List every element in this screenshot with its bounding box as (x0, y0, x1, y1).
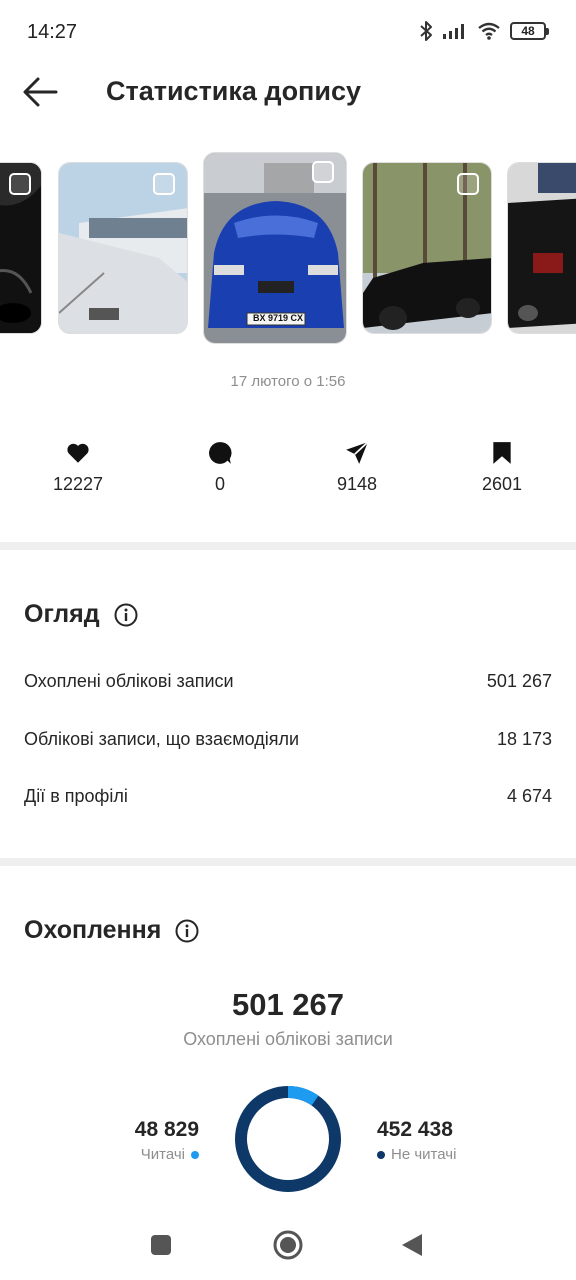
status-time: 14:27 (27, 21, 78, 43)
carousel-thumb-yacht[interactable] (58, 162, 188, 334)
back-nav-button[interactable] (401, 1233, 423, 1257)
followers-value: 48 829 (134, 1118, 199, 1141)
share-icon (346, 441, 369, 464)
overview-title: Огляд (24, 600, 100, 628)
metric-saves: 2601 (447, 440, 557, 495)
non-followers-dot (377, 1150, 385, 1159)
post-carousel[interactable]: BX 9719 CX (0, 150, 576, 350)
carousel-thumb-black-hearse[interactable] (362, 162, 492, 334)
suv-image (508, 163, 576, 333)
reach-section-title: Охоплення (24, 916, 199, 945)
non-followers-label-row: Не читачі (377, 1146, 456, 1163)
reach-title: Охоплення (24, 916, 162, 944)
home-button[interactable] (272, 1229, 304, 1261)
select-checkbox[interactable] (312, 161, 334, 183)
non-followers-value: 452 438 (377, 1118, 453, 1141)
followers-label: Читачі (140, 1146, 185, 1163)
status-bar: 14:27 48 (0, 0, 576, 64)
page-title: Статистика допису (106, 76, 361, 106)
row-label: Охоплені облікові записи (24, 671, 234, 691)
info-icon[interactable] (114, 603, 138, 627)
row-value: 4 674 (506, 786, 552, 806)
carousel-thumb-blue-bmw[interactable]: BX 9719 CX (203, 152, 347, 344)
license-plate: BX 9719 CX (252, 313, 304, 323)
arrow-left-icon (23, 77, 58, 107)
status-icons: 48 (419, 20, 549, 42)
carousel-thumb-black-suv[interactable] (507, 162, 576, 334)
reach-total: 501 267 (231, 987, 345, 1022)
overview-row[interactable]: Облікові записи, що взаємодіяли 18 173 (24, 729, 552, 750)
reach-subtitle: Охоплені облікові записи (183, 1029, 393, 1049)
carousel-thumb-black-car[interactable] (0, 162, 42, 334)
back-button[interactable] (20, 74, 60, 110)
likes-count: 12227 (52, 474, 104, 494)
shares-count: 9148 (336, 474, 378, 494)
row-value: 18 173 (496, 729, 552, 749)
section-divider (0, 858, 576, 866)
section-divider (0, 542, 576, 550)
signal-icon (443, 24, 464, 39)
metric-likes: 12227 (23, 440, 133, 495)
metric-comments: 0 (165, 440, 275, 495)
bluetooth-icon (420, 21, 432, 41)
legend-non-followers: 452 438 Не читачі (377, 1118, 456, 1163)
donut-non-followers-ring (235, 1086, 341, 1192)
recents-button[interactable] (150, 1234, 172, 1256)
overview-section-title: Огляд (24, 600, 138, 629)
overview-row[interactable]: Охоплені облікові записи 501 267 (24, 671, 552, 692)
row-label: Дії в профілі (24, 786, 128, 806)
legend-followers: 48 829 Читачі (135, 1118, 199, 1163)
info-icon[interactable] (175, 919, 199, 943)
post-metrics: 12227 0 9148 2601 (0, 440, 576, 500)
post-date: 17 лютого о 1:56 (230, 373, 346, 390)
overview-row[interactable]: Дії в профілі 4 674 (24, 786, 552, 807)
reach-donut-chart (235, 1086, 341, 1192)
select-checkbox[interactable] (153, 173, 175, 195)
battery-icon: 48 (510, 22, 549, 40)
row-label: Облікові записи, що взаємодіяли (24, 729, 300, 749)
header: Статистика допису (0, 64, 576, 120)
comment-icon (209, 442, 232, 464)
heart-icon (67, 443, 89, 463)
row-value: 501 267 (486, 671, 552, 691)
comments-count: 0 (214, 474, 225, 494)
metric-shares: 9148 (302, 440, 412, 495)
non-followers-label: Не читачі (391, 1146, 457, 1163)
saves-count: 2601 (481, 474, 523, 494)
select-checkbox[interactable] (457, 173, 479, 195)
followers-dot (191, 1150, 199, 1159)
bookmark-icon (493, 442, 511, 464)
followers-label-row: Читачі (135, 1146, 199, 1163)
select-checkbox[interactable] (9, 173, 31, 195)
system-nav-bar (0, 1220, 576, 1280)
wifi-icon (478, 22, 500, 40)
